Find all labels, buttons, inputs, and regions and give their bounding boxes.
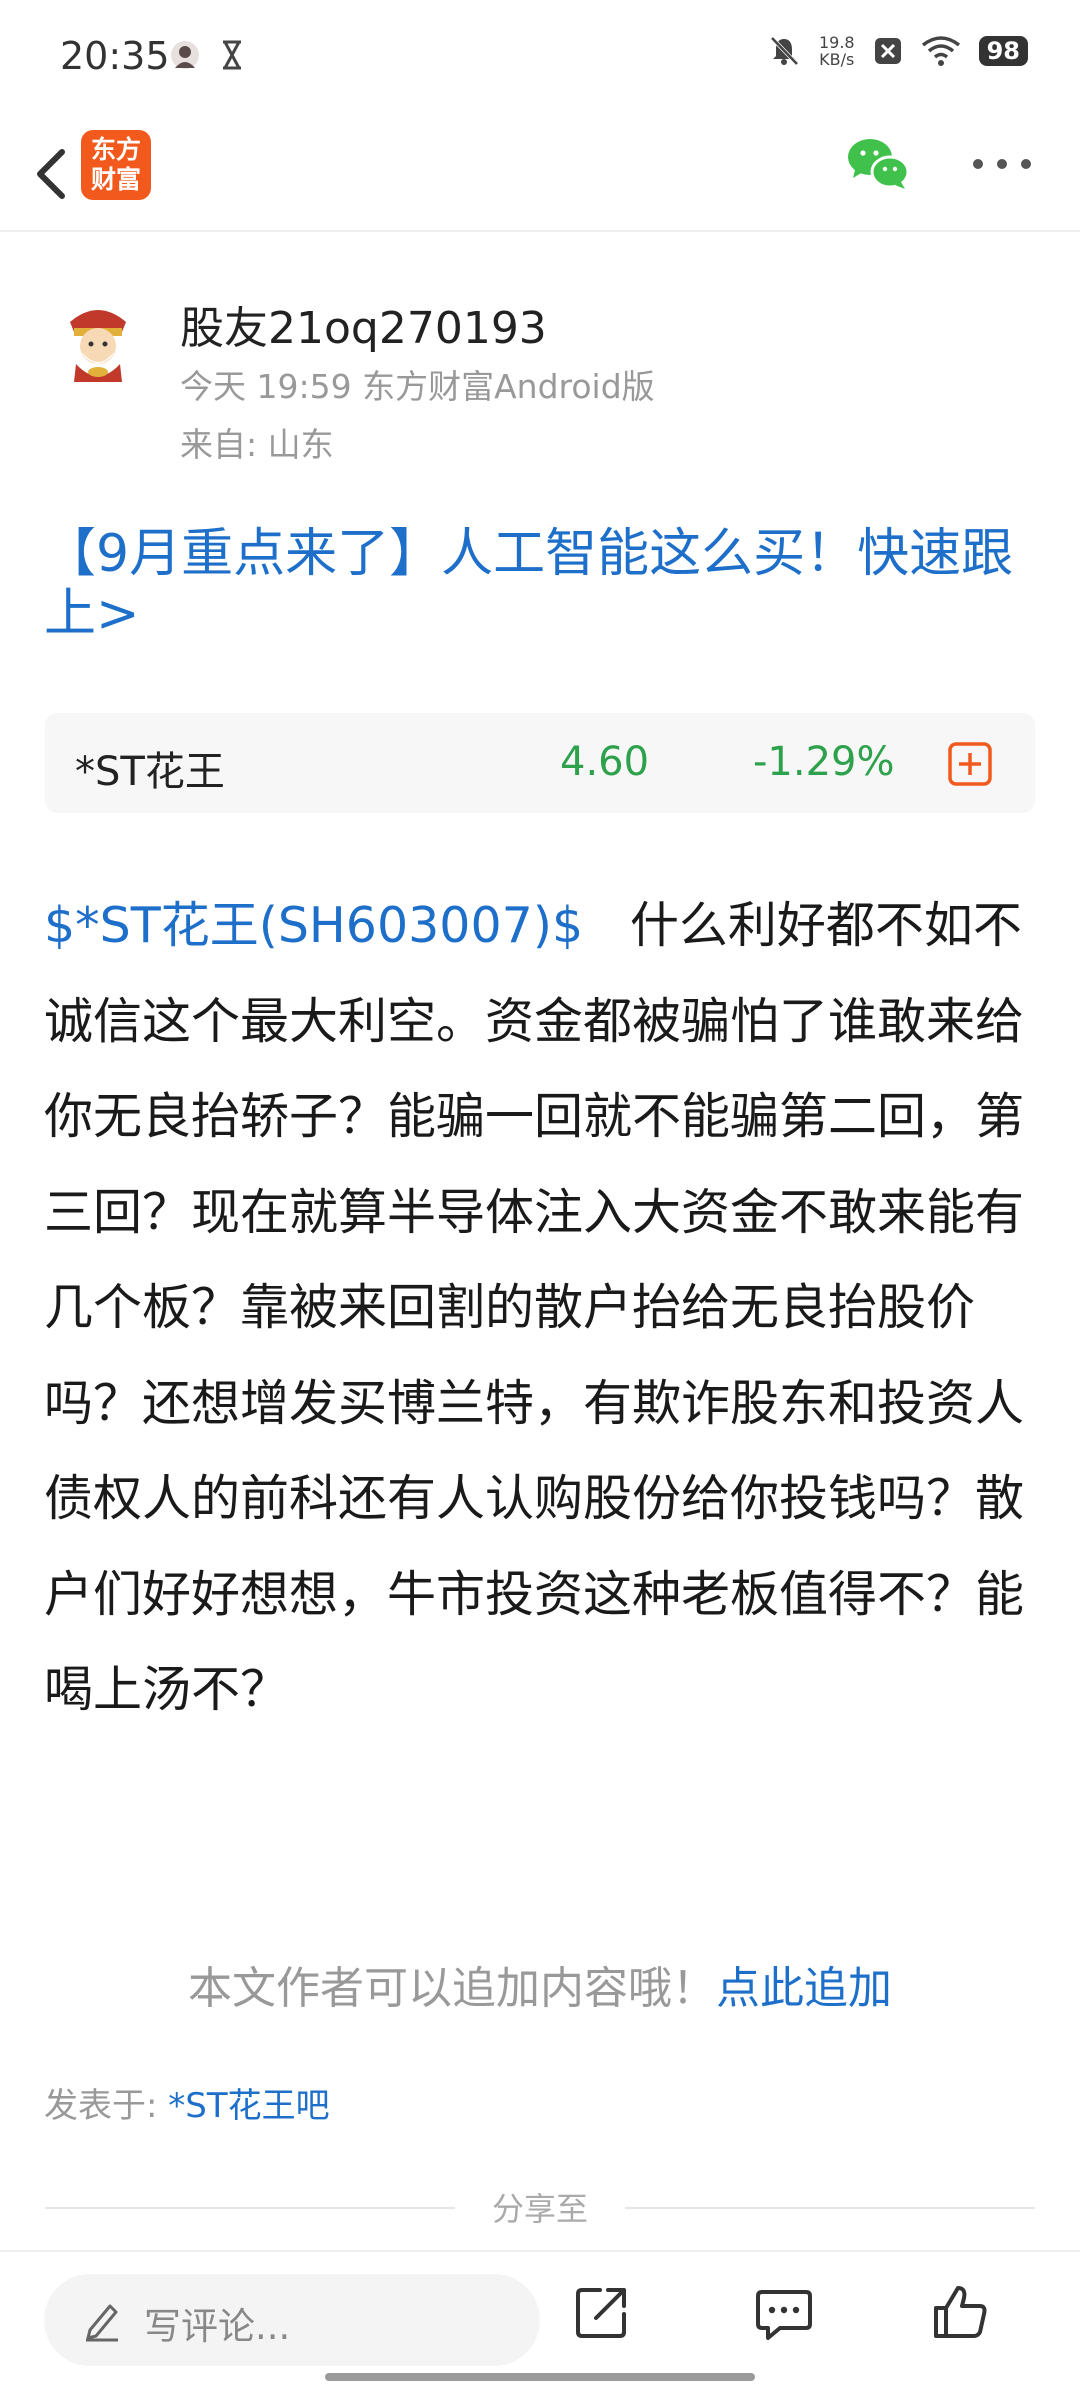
net-speed-unit: KB/s [819,50,855,69]
more-options-icon[interactable] [970,144,1034,184]
comment-placeholder: 写评论... [144,2305,291,2348]
net-speed-value: 19.8 [818,33,855,52]
status-icons: 19.8 KB/s 98 [767,34,1028,68]
mute-bell-icon [770,36,799,66]
stock-price: 4.60 [560,739,650,785]
comment-icon[interactable] [754,2282,814,2342]
net-speed: 19.8 KB/s [819,34,855,68]
author-avatar[interactable] [56,298,140,382]
back-arrow-icon[interactable] [24,134,84,214]
share-icon[interactable] [572,2282,632,2342]
posted-label: 发表于: [44,2086,169,2126]
stock-tag-link[interactable]: $*ST花王(SH603007)$ [44,897,583,954]
hourglass-icon [223,40,241,70]
logo-text-line2: 财富 [90,165,141,194]
eastmoney-logo[interactable]: 东方 财富 [81,130,151,200]
stock-name: *ST花王 [75,749,225,795]
logo-text-line1: 东方 [90,135,141,164]
author-name[interactable]: 股友21oq270193 [180,292,547,356]
share-divider-right [625,2207,1035,2209]
post-content: $*ST花王(SH603007)$ 什么利好都不如不诚信这个最大利空。资金都被骗… [44,878,1034,1738]
posted-in: 发表于: *ST花王吧 [44,2078,330,2127]
top-nav: 东方 财富 [0,118,1080,232]
post-body: 什么利好都不如不诚信这个最大利空。资金都被骗怕了谁敢来给你无良抬轿子？能骗一回就… [44,897,1025,1718]
append-link[interactable]: 点此追加 [716,1963,892,2014]
home-indicator[interactable] [325,2373,755,2381]
append-text: 本文作者可以追加内容哦！ [188,1963,716,2014]
like-icon[interactable] [930,2282,990,2342]
wechat-icon[interactable] [845,134,911,194]
append-prompt: 本文作者可以追加内容哦！点此追加 [0,1952,1080,2016]
bottom-action-bar: 写评论... [0,2250,1080,2390]
stock-change: -1.29% [753,739,895,785]
avatar-notification-icon [171,41,199,69]
post-meta: 今天 19:59 东方财富Android版 [180,367,655,406]
add-watchlist-icon[interactable] [947,741,993,787]
promo-link[interactable]: 【9月重点来了】人工智能这么买！快速跟上> [44,524,1034,644]
status-time: 20:35 [60,34,170,78]
battery-indicator: 98 [978,36,1028,66]
forum-link[interactable]: *ST花王吧 [168,2086,329,2126]
author-location: 来自: 山东 [180,425,334,464]
wifi-icon [921,36,960,66]
comment-input[interactable]: 写评论... [44,2274,540,2366]
no-sim-icon [874,38,901,64]
pen-icon [86,2304,118,2342]
status-bar: 20:35 19.8 KB/s 98 [0,0,1080,118]
stock-quote-card[interactable]: *ST花王 4.60 -1.29% [45,713,1035,813]
